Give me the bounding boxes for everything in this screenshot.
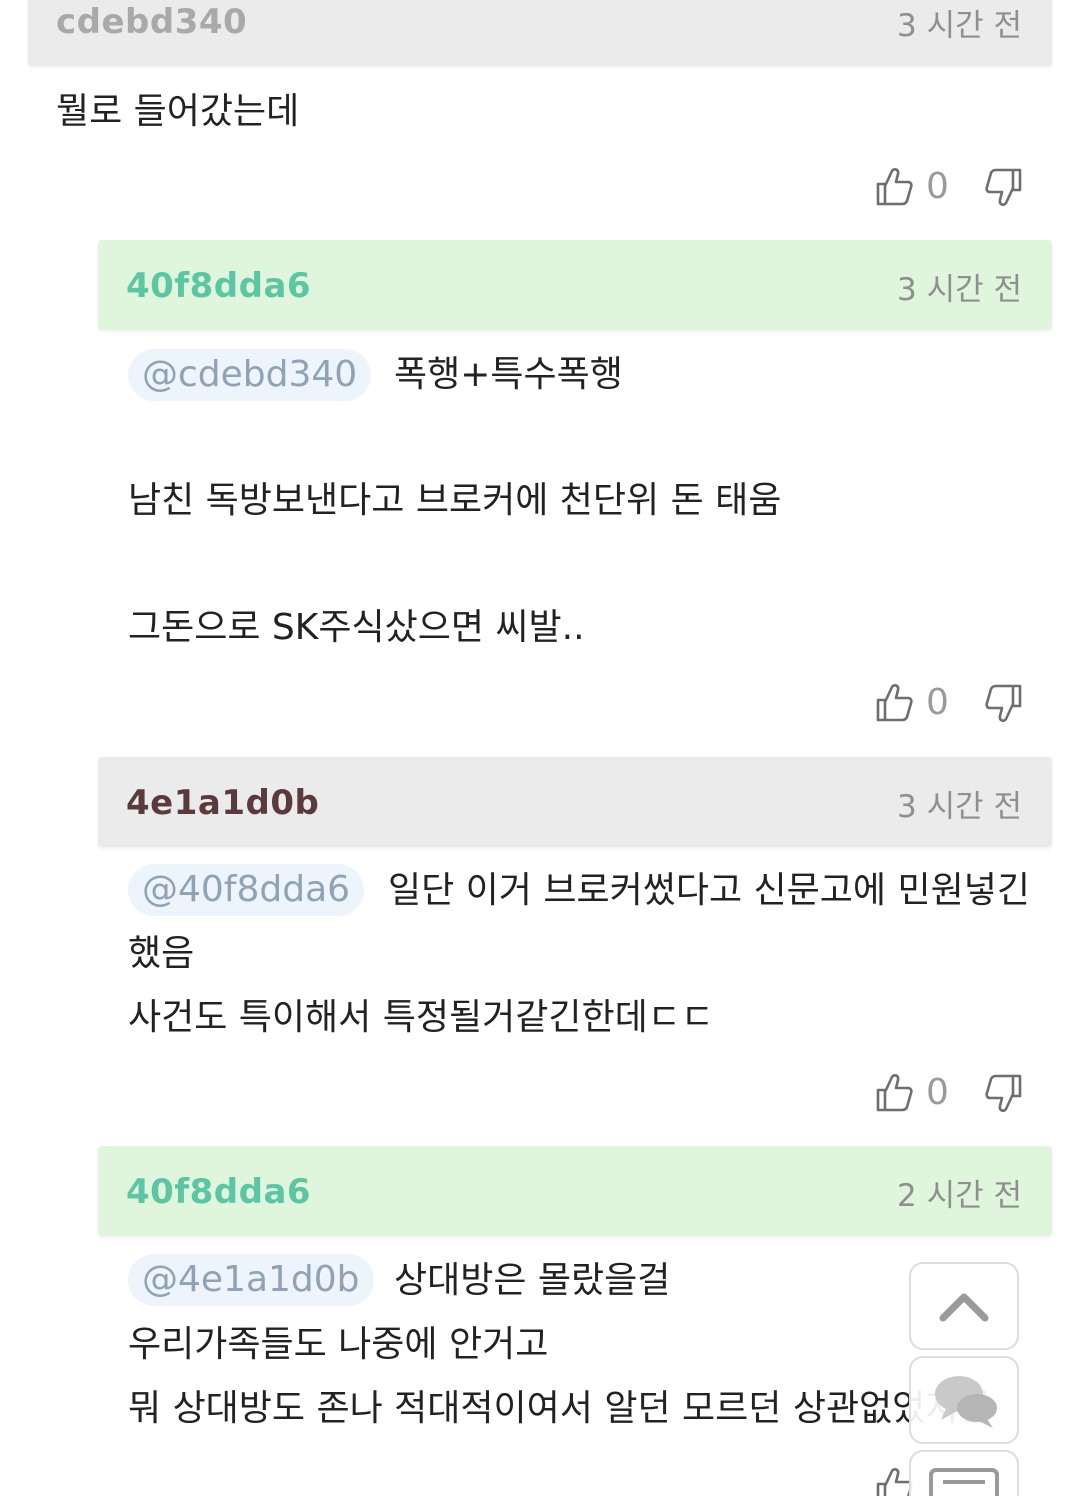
- comment-author[interactable]: cdebd340: [56, 2, 247, 42]
- like-count: 0: [926, 1072, 949, 1113]
- thumbs-down-icon[interactable]: [984, 166, 1024, 208]
- like-count: 0: [926, 166, 949, 207]
- comment-text: 사건도 특이해서 특정될거같긴한데ㄷㄷ: [128, 997, 714, 1038]
- comment-text: 상대방은 몰랐을걸: [394, 1260, 671, 1301]
- comment-text: 그돈으로 SK주식샀으면 씨발..: [128, 607, 585, 648]
- comment-text: 남친 독방보낸다고 브로커에 천단위 돈 태움: [128, 480, 782, 521]
- comment-timestamp: 3 시간 전: [897, 272, 1022, 308]
- mention-tag[interactable]: @4e1a1d0b: [128, 1254, 374, 1306]
- comment-text: 폭행+특수폭행: [394, 354, 623, 395]
- comment-thread: cdebd340 3 시간 전 뭘로 들어갔는데 0 40f8dda6 3 시간…: [0, 0, 1080, 1496]
- comment-bubble-icon: [935, 1376, 997, 1428]
- vote-bar: 0: [874, 1068, 1034, 1118]
- comment-text: 뭘로 들어갔는데: [56, 91, 300, 132]
- vote-bar: 0: [874, 162, 1034, 212]
- reply-header: 40f8dda6 2 시간 전: [98, 1146, 1052, 1236]
- thumbs-down-icon[interactable]: [984, 682, 1024, 724]
- comment-timestamp: 2 시간 전: [897, 1178, 1022, 1214]
- comment-author[interactable]: 40f8dda6: [126, 266, 311, 306]
- vote-bar: 0: [874, 678, 1034, 728]
- reply-header: 40f8dda6 3 시간 전: [98, 240, 1052, 330]
- reply-header: 4e1a1d0b 3 시간 전: [98, 757, 1052, 847]
- mention-tag[interactable]: @cdebd340: [128, 349, 372, 401]
- comment-header: cdebd340 3 시간 전: [28, 0, 1052, 66]
- comment-text: 뭐 상대방도 존나 적대적이여서 알던 모르던 상관없었지만: [128, 1388, 992, 1429]
- comment-timestamp: 3 시간 전: [897, 789, 1022, 825]
- thumbs-down-icon[interactable]: [984, 1072, 1024, 1114]
- write-button[interactable]: [909, 1450, 1019, 1496]
- chevron-up-icon: [939, 1293, 989, 1322]
- comment-button[interactable]: [909, 1356, 1019, 1444]
- comment-text: 우리가족들도 나중에 안거고: [128, 1324, 549, 1365]
- like-count: 0: [926, 682, 949, 723]
- thumbs-up-icon[interactable]: [874, 682, 914, 724]
- comment-author[interactable]: 4e1a1d0b: [126, 783, 319, 823]
- mention-tag[interactable]: @40f8dda6: [128, 864, 365, 916]
- thumbs-up-icon[interactable]: [874, 1466, 914, 1496]
- comment-timestamp: 3 시간 전: [897, 8, 1022, 44]
- comment-text: 일단 이거 브로커썼다고 신문고에 민원넣긴: [388, 870, 1030, 911]
- thumbs-up-icon[interactable]: [874, 166, 914, 208]
- scroll-to-top-button[interactable]: [909, 1262, 1019, 1350]
- keyboard-icon: [929, 1468, 999, 1496]
- comment-text: 했음: [128, 933, 195, 974]
- comment-author[interactable]: 40f8dda6: [126, 1172, 311, 1212]
- thumbs-up-icon[interactable]: [874, 1072, 914, 1114]
